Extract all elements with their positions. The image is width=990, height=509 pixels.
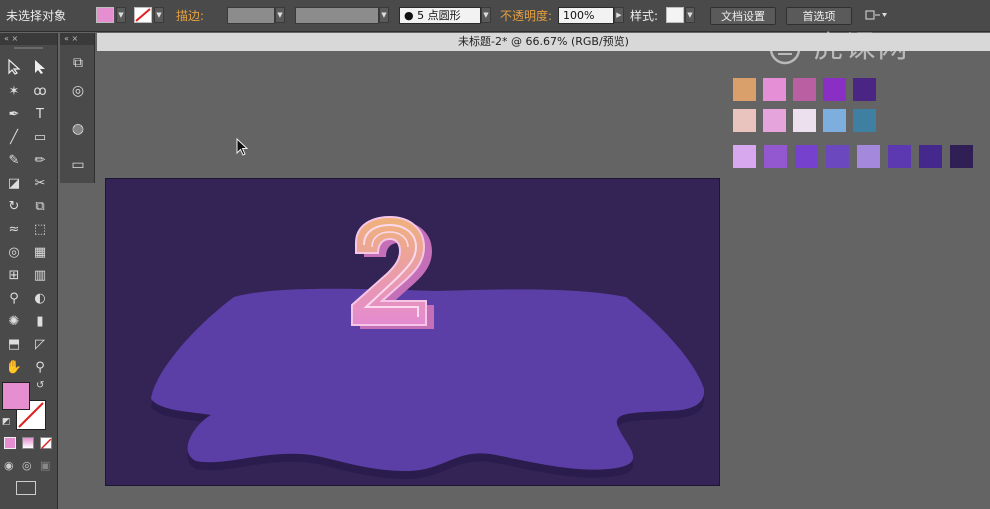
no-stroke-icon [135, 8, 151, 22]
layers-panel-icon[interactable]: ⧉ [68, 53, 88, 73]
artboard-tool-icon[interactable]: ⬒ [4, 335, 24, 355]
warp-tool-icon[interactable]: ≈ [4, 220, 24, 240]
eyedropper-tool-icon[interactable]: ⚲ [4, 289, 24, 309]
palette-swatch[interactable] [853, 78, 876, 101]
palette-swatch[interactable] [823, 109, 846, 132]
digit-text: 2 [106, 179, 107, 180]
opacity-field[interactable]: 100% [558, 7, 614, 24]
style-swatch[interactable] [666, 7, 684, 23]
none-mode-icon[interactable] [40, 437, 52, 450]
scissors-tool-icon[interactable]: ✂ [30, 174, 50, 194]
symbol-sprayer-tool-icon[interactable]: ✺ [4, 312, 24, 332]
magic-wand-tool-icon[interactable]: ✶ [4, 82, 24, 102]
stroke-weight-dropdown-icon[interactable]: ▼ [275, 7, 285, 23]
brush-dropdown-icon[interactable]: ▼ [481, 7, 491, 23]
scale-tool-icon[interactable]: ⧉ [30, 197, 50, 217]
brush-definition-field[interactable]: ● 5 点圆形 [399, 7, 481, 24]
selection-tool-icon[interactable] [4, 58, 24, 79]
selection-status: 未选择对象 [6, 9, 67, 23]
stroke-label[interactable]: 描边: [176, 7, 204, 25]
perspective-grid-tool-icon[interactable]: ▦ [30, 243, 50, 263]
palette-swatch[interactable] [919, 145, 942, 168]
color-mode-icon[interactable] [4, 437, 16, 449]
lasso-tool-icon[interactable]: ꝏ [30, 82, 50, 102]
mesh-tool-icon[interactable]: ⊞ [4, 266, 24, 286]
digit-2-3d [351, 215, 434, 329]
variable-width-dropdown-icon[interactable]: ▼ [379, 7, 389, 23]
stroke-dropdown-icon[interactable]: ▼ [154, 7, 164, 23]
tools-panel-header[interactable]: « × [0, 33, 57, 45]
palette-swatch[interactable] [793, 78, 816, 101]
collapsed-panels: « × ⧉ ◎ ◍ ▭ [60, 33, 95, 183]
palette-swatch[interactable] [733, 145, 756, 168]
document-setup-button[interactable]: 文档设置 [710, 7, 776, 25]
palette-swatch[interactable] [950, 145, 973, 168]
stroke-weight-field[interactable] [227, 7, 275, 24]
subpanel-header[interactable]: « × [60, 33, 94, 45]
fill-swatch[interactable] [96, 7, 114, 23]
palette-swatch[interactable] [763, 109, 786, 132]
document-tab[interactable]: 未标题-2* @ 66.67% (RGB/预览) [97, 33, 990, 51]
hand-tool-icon[interactable]: ✋ [4, 358, 24, 378]
mouse-cursor-icon [236, 137, 250, 161]
palette-swatch[interactable] [823, 78, 846, 101]
artwork-canvas: 2 [106, 179, 705, 479]
palette-swatch[interactable] [888, 145, 911, 168]
type-tool-icon[interactable]: T [30, 105, 50, 125]
swap-colors-icon[interactable]: ↺ [36, 380, 44, 391]
brush-label: 5 点圆形 [417, 9, 461, 22]
gradient-panel-icon[interactable]: ▭ [68, 155, 88, 175]
palette-swatch[interactable] [857, 145, 880, 168]
free-transform-tool-icon[interactable]: ⬚ [30, 220, 50, 240]
gradient-mode-icon[interactable] [22, 437, 34, 449]
rectangle-tool-icon[interactable]: ▭ [30, 128, 50, 148]
style-label: 样式: [630, 9, 659, 23]
direct-selection-tool-icon[interactable] [30, 59, 50, 79]
palette-swatch[interactable] [733, 78, 756, 101]
tools-panel: « × ✶ ꝏ ✒ T ╱ ▭ ✎ ✏ ◪ ✂ ↻ ⧉ ≈ ⬚ ◎ ▦ ⊞ ▥ … [0, 33, 58, 509]
zoom-tool-icon[interactable]: ⚲ [30, 358, 50, 378]
pen-tool-icon[interactable]: ✒ [4, 105, 24, 125]
shape-builder-tool-icon[interactable]: ◎ [4, 243, 24, 263]
eraser-tool-icon[interactable]: ◪ [4, 174, 24, 194]
pencil-tool-icon[interactable]: ✏ [30, 151, 50, 171]
palette-swatch[interactable] [826, 145, 849, 168]
palette-swatch[interactable] [853, 109, 876, 132]
panel-grip[interactable] [14, 47, 43, 53]
draw-behind-icon[interactable]: ◎ [22, 459, 32, 472]
opacity-label[interactable]: 不透明度: [500, 7, 552, 25]
slice-tool-icon[interactable]: ◸ [30, 335, 50, 355]
style-dropdown-icon[interactable]: ▼ [685, 7, 695, 23]
artboard[interactable]: 2 [105, 178, 720, 486]
draw-inside-icon[interactable]: ▣ [40, 459, 50, 472]
appearance-panel-icon[interactable]: ◍ [68, 119, 88, 139]
variable-width-field[interactable] [295, 7, 379, 24]
screen-mode-icon[interactable] [16, 481, 36, 495]
rotate-tool-icon[interactable]: ↻ [4, 197, 24, 217]
stroke-swatch[interactable] [134, 7, 152, 23]
fill-dropdown-icon[interactable]: ▼ [116, 7, 126, 23]
pathfinder-panel-icon[interactable]: ◎ [68, 81, 88, 101]
draw-normal-icon[interactable]: ◉ [4, 459, 14, 472]
palette-swatch[interactable] [793, 109, 816, 132]
default-colors-icon[interactable]: ◩ [2, 417, 11, 427]
gradient-tool-icon[interactable]: ▥ [30, 266, 50, 286]
paintbrush-tool-icon[interactable]: ✎ [4, 151, 24, 171]
palette-swatch[interactable] [795, 145, 818, 168]
opacity-arrow-icon[interactable]: ▶ [614, 7, 624, 23]
palette-swatch[interactable] [764, 145, 787, 168]
palette-swatch[interactable] [733, 109, 756, 132]
line-tool-icon[interactable]: ╱ [4, 128, 24, 148]
palette-swatch[interactable] [763, 78, 786, 101]
brush-dot-icon: ● [404, 9, 414, 22]
fill-color-box[interactable] [2, 382, 30, 410]
blend-tool-icon[interactable]: ◐ [30, 289, 50, 309]
column-graph-tool-icon[interactable]: ▮ [30, 312, 50, 332]
